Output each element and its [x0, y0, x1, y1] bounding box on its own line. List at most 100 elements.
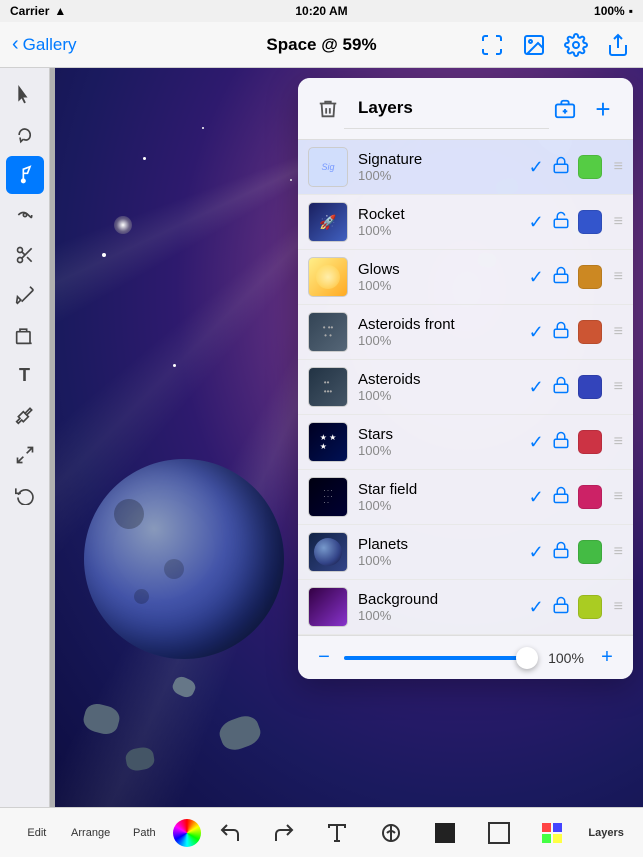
redo-button[interactable] — [259, 821, 309, 845]
select-tool-button[interactable] — [6, 76, 44, 114]
layer-row[interactable]: ★ ★★Stars100%✓≡ — [298, 415, 633, 470]
layer-controls: ✓≡ — [529, 265, 623, 289]
document-title: Space @ 59% — [266, 35, 376, 55]
brush-tool-button[interactable] — [6, 156, 44, 194]
layer-drag-handle[interactable]: ≡ — [614, 378, 623, 396]
layer-name: Signature — [358, 151, 529, 168]
layer-row[interactable]: 🚀Rocket100%✓≡ — [298, 195, 633, 250]
layer-lock-button[interactable] — [552, 266, 570, 289]
layer-drag-handle[interactable]: ≡ — [614, 268, 623, 286]
layer-lock-button[interactable] — [552, 156, 570, 179]
delete-layer-button[interactable] — [312, 93, 344, 125]
eyedrop-tool-button[interactable] — [6, 396, 44, 434]
layer-lock-button[interactable] — [552, 541, 570, 564]
layer-lock-button[interactable] — [552, 431, 570, 454]
layer-lock-button[interactable] — [552, 596, 570, 619]
canvas-area[interactable]: T — [0, 68, 643, 807]
undo-button[interactable] — [205, 821, 255, 845]
layer-color-swatch[interactable] — [578, 485, 602, 509]
scissors-tool-button[interactable] — [6, 236, 44, 274]
layers-menu-button[interactable]: Layers — [581, 827, 631, 839]
layer-drag-handle[interactable]: ≡ — [614, 433, 623, 451]
layer-row[interactable]: • ••• •Asteroids front100%✓≡ — [298, 305, 633, 360]
layer-color-swatch[interactable] — [578, 155, 602, 179]
layer-color-swatch[interactable] — [578, 430, 602, 454]
share-button[interactable] — [605, 32, 631, 58]
add-layer-button[interactable]: + — [587, 93, 619, 125]
layers-panel: Layers + SigSignature100%✓≡🚀Rocket100%✓≡… — [298, 78, 633, 679]
back-button[interactable]: ‹ Gallery — [12, 33, 77, 56]
slider-minus-button[interactable]: − — [312, 646, 336, 669]
layer-lock-button[interactable] — [552, 376, 570, 399]
layer-visibility-button[interactable]: ✓ — [529, 432, 544, 453]
lasso-tool-button[interactable] — [6, 116, 44, 154]
layer-row[interactable]: Glows100%✓≡ — [298, 250, 633, 305]
color-wheel-button[interactable] — [173, 819, 201, 847]
layer-visibility-button[interactable]: ✓ — [529, 377, 544, 398]
rect-outline-button[interactable] — [474, 821, 524, 845]
layer-opacity: 100% — [358, 278, 529, 293]
eraser-tool-button[interactable] — [6, 316, 44, 354]
settings-button[interactable] — [563, 32, 589, 58]
layer-lock-button[interactable] — [552, 211, 570, 234]
layer-info: Stars100% — [358, 426, 529, 458]
layer-color-swatch[interactable] — [578, 595, 602, 619]
layer-opacity: 100% — [358, 333, 529, 348]
layer-drag-handle[interactable]: ≡ — [614, 213, 623, 231]
layer-visibility-button[interactable]: ✓ — [529, 157, 544, 178]
rect-fill-button[interactable] — [420, 821, 470, 845]
layer-row[interactable]: •••••Asteroids100%✓≡ — [298, 360, 633, 415]
layer-row[interactable]: · · ·· · ·· ·Star field100%✓≡ — [298, 470, 633, 525]
arrange-menu-button[interactable]: Arrange — [66, 827, 116, 839]
layer-row[interactable]: Background100%✓≡ — [298, 580, 633, 635]
image-button[interactable] — [521, 32, 547, 58]
mosaic-button[interactable] — [527, 821, 577, 845]
layer-info: Asteroids100% — [358, 371, 529, 403]
layer-lock-button[interactable] — [552, 486, 570, 509]
layer-visibility-button[interactable]: ✓ — [529, 322, 544, 343]
layer-drag-handle[interactable]: ≡ — [614, 158, 623, 176]
layer-name: Asteroids front — [358, 316, 529, 333]
layer-controls: ✓≡ — [529, 320, 623, 344]
layer-visibility-button[interactable]: ✓ — [529, 487, 544, 508]
layer-drag-handle[interactable]: ≡ — [614, 543, 623, 561]
layer-lock-button[interactable] — [552, 321, 570, 344]
layer-drag-handle[interactable]: ≡ — [614, 488, 623, 506]
adjust-button[interactable] — [366, 821, 416, 845]
layer-controls: ✓≡ — [529, 155, 623, 179]
layer-row[interactable]: Planets100%✓≡ — [298, 525, 633, 580]
layer-drag-handle[interactable]: ≡ — [614, 598, 623, 616]
layer-row[interactable]: SigSignature100%✓≡ — [298, 140, 633, 195]
text-tool-button[interactable]: T — [6, 356, 44, 394]
slider-plus-button[interactable]: + — [595, 646, 619, 669]
layer-color-swatch[interactable] — [578, 375, 602, 399]
layer-visibility-button[interactable]: ✓ — [529, 597, 544, 618]
layer-opacity: 100% — [358, 553, 529, 568]
layer-color-swatch[interactable] — [578, 265, 602, 289]
layer-color-swatch[interactable] — [578, 210, 602, 234]
layer-controls: ✓≡ — [529, 540, 623, 564]
layer-info: Planets100% — [358, 536, 529, 568]
add-group-button[interactable] — [549, 93, 581, 125]
layer-visibility-button[interactable]: ✓ — [529, 267, 544, 288]
layer-controls: ✓≡ — [529, 375, 623, 399]
pen-tool-button[interactable] — [6, 276, 44, 314]
back-label[interactable]: Gallery — [23, 35, 77, 55]
transform-tool-button[interactable] — [6, 436, 44, 474]
edit-menu-button[interactable]: Edit — [12, 827, 62, 839]
layer-opacity: 100% — [358, 608, 529, 623]
battery-label: 100% — [594, 4, 625, 18]
layer-color-swatch[interactable] — [578, 320, 602, 344]
planet-moon — [84, 459, 284, 659]
layer-drag-handle[interactable]: ≡ — [614, 323, 623, 341]
layer-visibility-button[interactable]: ✓ — [529, 212, 544, 233]
fullscreen-button[interactable] — [479, 32, 505, 58]
undo-rotate-tool-button[interactable] — [6, 476, 44, 514]
path-menu-button[interactable]: Path — [119, 827, 169, 839]
layer-color-swatch[interactable] — [578, 540, 602, 564]
text-bottom-button[interactable] — [312, 821, 362, 845]
layer-visibility-button[interactable]: ✓ — [529, 542, 544, 563]
opacity-slider-track[interactable] — [344, 656, 537, 660]
layer-opacity: 100% — [358, 443, 529, 458]
smudge-tool-button[interactable] — [6, 196, 44, 234]
